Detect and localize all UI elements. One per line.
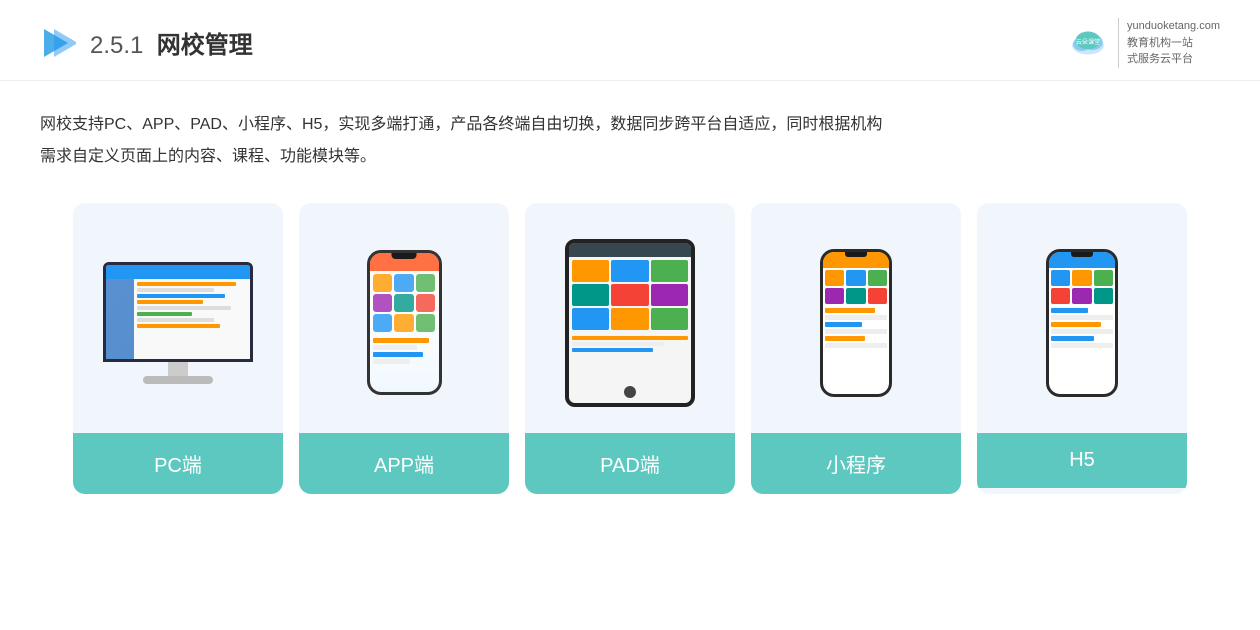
pc-label: PC端 (73, 433, 283, 494)
pad-label: PAD端 (525, 433, 735, 494)
h5-phone (1046, 249, 1118, 397)
miniapp-image-area (751, 203, 961, 433)
pc-monitor (103, 262, 253, 384)
miniapp-label: 小程序 (751, 433, 961, 494)
h5-image-area (977, 203, 1187, 433)
brand-icon: 云朵课堂 (1066, 21, 1110, 65)
header-left: 2.5.1 网校管理 (40, 25, 253, 61)
description-line2: 需求自定义页面上的内容、课程、功能模块等。 (40, 141, 1220, 173)
brand-logo: 云朵课堂 yunduoketang.com 教育机构一站 式服务云平台 (1066, 18, 1220, 68)
description-block: 网校支持PC、APP、PAD、小程序、H5，实现多端打通，产品各终端自由切换，数… (0, 81, 1260, 183)
pad-tablet (565, 239, 695, 407)
device-card-pad: PAD端 (525, 203, 735, 494)
h5-label: H5 (977, 433, 1187, 488)
app-image-area (299, 203, 509, 433)
pc-image-area (73, 203, 283, 433)
app-label: APP端 (299, 433, 509, 494)
device-card-miniapp: 小程序 (751, 203, 961, 494)
device-card-app: APP端 (299, 203, 509, 494)
device-card-h5: H5 (977, 203, 1187, 494)
page-title: 2.5.1 网校管理 (90, 25, 253, 60)
device-cards-section: PC端 (0, 183, 1260, 514)
miniapp-phone (820, 249, 892, 397)
device-card-pc: PC端 (73, 203, 283, 494)
page-header: 2.5.1 网校管理 云朵课堂 yunduoketang.com 教育机构一站 … (0, 0, 1260, 81)
app-phone (367, 250, 442, 395)
logo-icon (40, 25, 76, 61)
pad-image-area (525, 203, 735, 433)
brand-tagline: yunduoketang.com 教育机构一站 式服务云平台 (1118, 18, 1220, 68)
description-line1: 网校支持PC、APP、PAD、小程序、H5，实现多端打通，产品各终端自由切换，数… (40, 109, 1220, 141)
svg-text:云朵课堂: 云朵课堂 (1076, 38, 1101, 46)
